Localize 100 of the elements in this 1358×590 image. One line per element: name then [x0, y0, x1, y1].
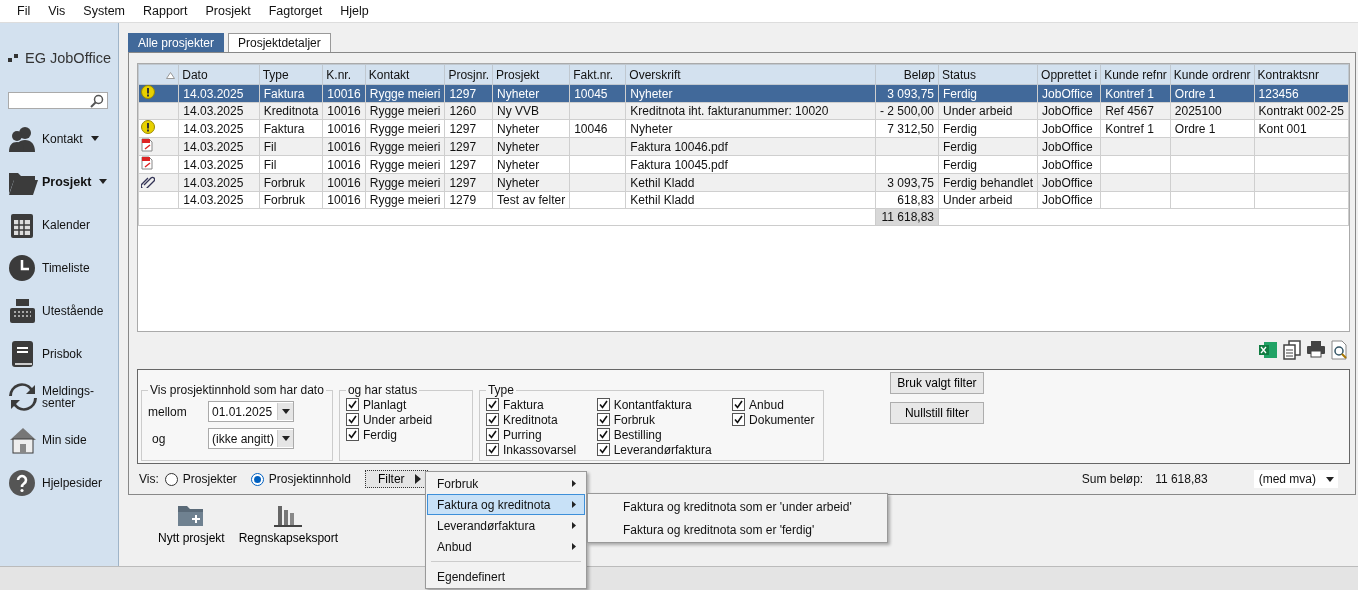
checkbox-icon[interactable]: [345, 413, 359, 427]
checkbox[interactable]: Faktura: [485, 397, 579, 413]
checkbox[interactable]: Bestilling: [596, 427, 715, 443]
menu-item[interactable]: Hjelp: [331, 4, 378, 18]
column-header[interactable]: Prosjekt: [492, 64, 570, 85]
menu-item[interactable]: Faktura og kreditnota som er 'under arbeid': [589, 495, 886, 518]
radio-label[interactable]: Prosjektinnhold: [268, 472, 351, 487]
column-header[interactable]: Kunde refnr: [1100, 64, 1171, 85]
checkbox[interactable]: Kreditnota: [485, 412, 579, 428]
menu-item[interactable]: Faktura og kreditnota: [427, 494, 585, 515]
table-cell: Nyheter: [492, 119, 570, 138]
column-header[interactable]: Status: [938, 64, 1038, 85]
menu-item[interactable]: Faktura og kreditnota som er 'ferdig': [589, 518, 886, 541]
toolbar-button[interactable]: Regnskapseksport: [238, 503, 339, 557]
checkbox[interactable]: Kontantfaktura: [596, 397, 715, 413]
checkbox-icon[interactable]: [485, 443, 499, 457]
tab[interactable]: Prosjektdetaljer: [228, 33, 331, 52]
sidebar-item[interactable]: Kalender: [0, 203, 116, 246]
submenu-arrow-icon: [572, 522, 576, 529]
menu-item[interactable]: System: [74, 4, 135, 18]
column-header[interactable]: Beløp: [875, 64, 939, 85]
type-group: Type Faktura Kreditnota Purring Inkassovarsel Kontantfaktura Forbruk Bestilling Leverandørfaktura Anbud Dokumenter: [478, 383, 824, 462]
date-dropdown[interactable]: 01.01.2025: [208, 401, 294, 423]
table-cell: 618,83: [875, 191, 939, 209]
checkbox[interactable]: Planlagt: [345, 397, 466, 413]
sidebar-item[interactable]: Kontakt: [0, 117, 116, 160]
column-header[interactable]: Kontraktsnr: [1254, 64, 1349, 85]
checkbox-icon[interactable]: [485, 398, 499, 412]
search-field[interactable]: [8, 92, 108, 109]
radio-icon[interactable]: [250, 472, 264, 486]
sidebar-item[interactable]: Prosjekt: [0, 160, 116, 203]
table-cell: 10016: [322, 155, 366, 174]
column-header[interactable]: Dato: [178, 64, 260, 85]
checkbox-icon[interactable]: [732, 413, 746, 427]
checkbox[interactable]: Ferdig: [345, 427, 466, 443]
menu-item[interactable]: Anbud: [427, 536, 585, 557]
vat-select[interactable]: (med mva): [1253, 470, 1338, 489]
checkbox-icon[interactable]: [345, 428, 359, 442]
table-cell: Nyheter: [492, 155, 570, 174]
spreadsheet-icon[interactable]: [1258, 339, 1278, 360]
checkbox-icon[interactable]: [345, 398, 359, 412]
menu-item[interactable]: Rapport: [134, 4, 197, 18]
checkbox[interactable]: Forbruk: [596, 412, 715, 428]
print-preview-icon[interactable]: [1331, 339, 1348, 360]
checkbox[interactable]: Under arbeid: [345, 412, 466, 428]
view-radio[interactable]: Prosjekter: [164, 472, 237, 487]
sum-value: 11 618,83: [1155, 472, 1208, 487]
filter-button[interactable]: Filter: [364, 470, 428, 489]
sort-icon: [166, 71, 176, 79]
menu-item[interactable]: Egendefinert: [427, 566, 585, 587]
menu-item[interactable]: Vis: [39, 4, 75, 18]
sidebar-item[interactable]: Prisbok: [0, 332, 116, 375]
menu-item[interactable]: Leverandørfaktura: [427, 515, 585, 536]
copy-icon[interactable]: [1283, 339, 1301, 360]
date-dropdown[interactable]: (ikke angitt): [208, 428, 294, 450]
view-radio[interactable]: Prosjektinnhold: [250, 472, 351, 487]
checkbox-icon[interactable]: [596, 428, 610, 442]
radio-label[interactable]: Prosjekter: [182, 472, 237, 487]
column-header[interactable]: Overskrift: [625, 64, 876, 85]
column-header[interactable]: Opprettet i: [1037, 64, 1101, 85]
column-header[interactable]: K.nr.: [322, 64, 366, 85]
checkbox[interactable]: Purring: [485, 427, 579, 443]
table-cell: Rygge meieri: [365, 191, 445, 209]
menu-item[interactable]: Fil: [8, 4, 40, 18]
table-cell: Kethil Kladd: [625, 191, 876, 209]
sidebar-item[interactable]: Meldings-senter: [0, 375, 116, 418]
column-header[interactable]: Kunde ordrenr: [1170, 64, 1255, 85]
table-cell: Test av felter: [492, 191, 570, 209]
menu-item[interactable]: Forbruk: [427, 473, 585, 494]
tab[interactable]: Alle prosjekter: [128, 33, 225, 52]
column-header[interactable]: Kontakt: [365, 64, 445, 85]
column-header[interactable]: Prosjnr.: [444, 64, 493, 85]
checkbox-icon[interactable]: [485, 428, 499, 442]
checkbox[interactable]: Anbud: [732, 397, 817, 413]
filter-button[interactable]: Nullstill filter: [889, 402, 984, 425]
checkbox-icon[interactable]: [485, 413, 499, 427]
checkbox[interactable]: Leverandørfaktura: [596, 442, 715, 458]
checkbox-icon[interactable]: [596, 398, 610, 412]
table-cell: Kont 001: [1254, 119, 1349, 138]
menu-item[interactable]: Prosjekt: [196, 4, 260, 18]
toolbar-button[interactable]: Nytt prosjekt: [158, 503, 225, 557]
filter-button[interactable]: Bruk valgt filter: [889, 372, 984, 395]
sidebar-item[interactable]: Hjelpesider: [0, 461, 116, 504]
menu-item[interactable]: Fagtorget: [259, 4, 332, 18]
checkbox-icon[interactable]: [732, 398, 746, 412]
print-icon[interactable]: [1306, 339, 1326, 358]
checkbox-icon[interactable]: [596, 413, 610, 427]
column-header[interactable]: Fakt.nr.: [569, 64, 626, 85]
table-cell: JobOffice: [1037, 155, 1101, 174]
column-header[interactable]: Type: [259, 64, 323, 85]
checkbox-icon[interactable]: [596, 443, 610, 457]
status-group: og har status Planlagt Under arbeid Ferdig: [338, 383, 473, 462]
checkbox[interactable]: Dokumenter: [732, 412, 817, 428]
table-cell: [875, 155, 939, 174]
table-cell: Kontref 1: [1100, 119, 1171, 138]
checkbox[interactable]: Inkassovarsel: [485, 442, 579, 458]
sidebar-item[interactable]: Timeliste: [0, 246, 116, 289]
sidebar-item[interactable]: Utestående: [0, 289, 116, 332]
radio-icon[interactable]: [164, 472, 178, 486]
sidebar-item[interactable]: Min side: [0, 418, 116, 461]
